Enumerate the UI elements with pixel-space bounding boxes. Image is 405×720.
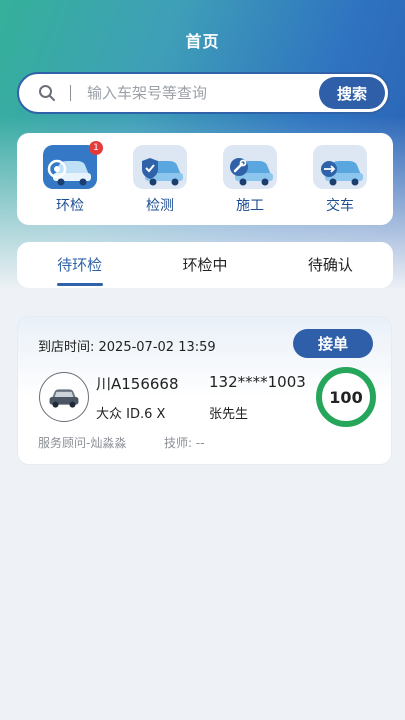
car-handover-icon — [313, 145, 367, 189]
car-avatar — [39, 372, 89, 422]
order-card[interactable]: 到店时间: 2025-07-02 13:59 接单 川A156668 132**… — [17, 316, 392, 465]
page-title: 首页 — [185, 32, 220, 51]
arrival-time: 到店时间: 2025-07-02 13:59 — [38, 340, 216, 355]
car-model: 大众 ID.6 X — [96, 407, 166, 422]
search-icon — [39, 85, 55, 101]
shortcut-label: 施工 — [236, 198, 264, 214]
notification-badge: 1 — [89, 141, 103, 155]
shortcut-label: 环检 — [56, 198, 84, 214]
shortcut-label: 检测 — [146, 198, 174, 214]
shortcut-construction[interactable]: 施工 — [214, 133, 286, 225]
service-advisor: 服务顾问-灿淼淼 — [38, 436, 127, 450]
search-bar: 搜索 — [17, 72, 390, 114]
car-icon — [49, 389, 79, 408]
car-shield-icon — [133, 145, 187, 189]
tab-pending-inspection[interactable]: 待环检 — [17, 242, 142, 288]
health-score: 100 — [316, 367, 376, 427]
customer-phone: 132****1003 — [209, 373, 306, 391]
shortcut-inspection[interactable]: 1 环检 — [34, 133, 106, 225]
shortcut-label: 交车 — [326, 198, 354, 214]
tab-inspecting[interactable]: 环检中 — [142, 242, 267, 288]
accept-order-button[interactable]: 接单 — [293, 329, 373, 358]
shortcut-detection[interactable]: 检测 — [124, 133, 196, 225]
shortcut-panel: 1 环检 检测 施工 交车 — [17, 133, 393, 225]
status-tabs: 待环检 环检中 待确认 — [17, 242, 393, 288]
tab-pending-confirm[interactable]: 待确认 — [268, 242, 393, 288]
license-plate: 川A156668 — [96, 375, 179, 393]
search-button[interactable]: 搜索 — [319, 77, 385, 109]
shortcut-handover[interactable]: 交车 — [304, 133, 376, 225]
technician: 技师: -- — [164, 436, 205, 450]
search-input[interactable] — [87, 84, 297, 102]
car-wrench-icon — [223, 145, 277, 189]
customer-name: 张先生 — [209, 407, 249, 422]
car-inspection-icon: 1 — [43, 141, 103, 189]
search-divider — [70, 85, 71, 101]
